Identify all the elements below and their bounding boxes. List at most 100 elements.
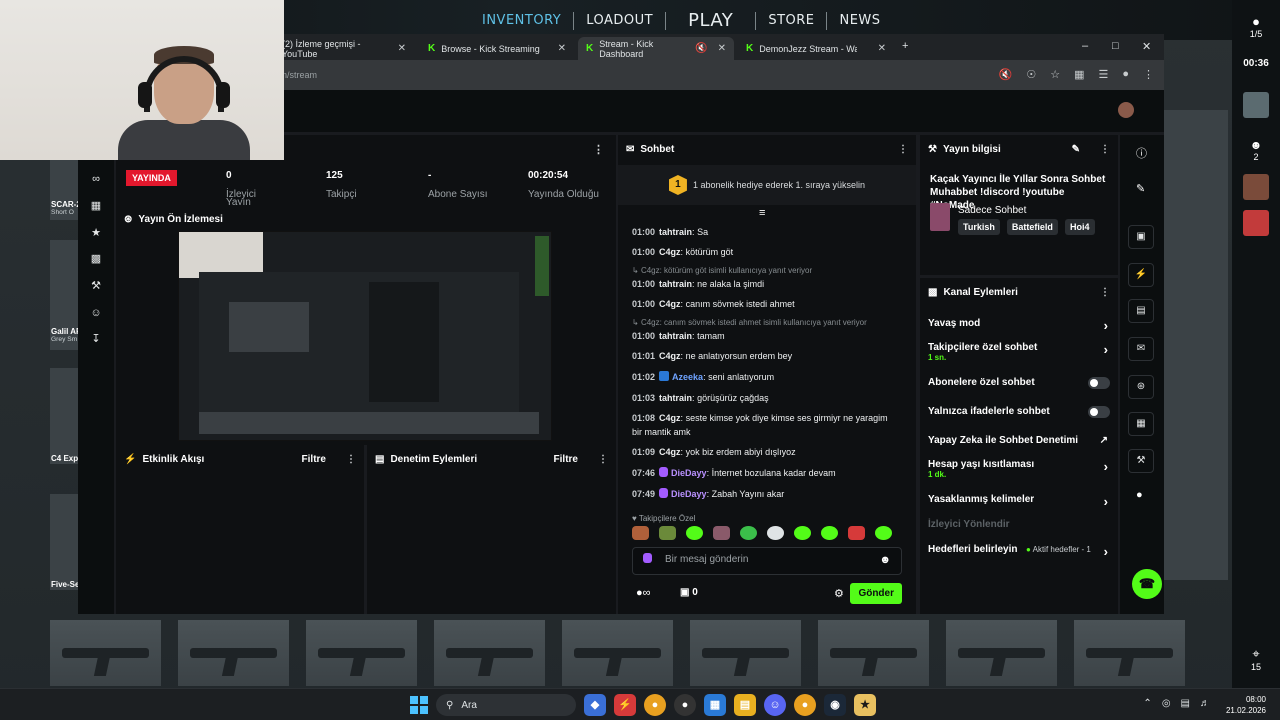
- tab-kick-dashboard[interactable]: K Stream - Kick Dashboard 🔇 ✕: [578, 37, 734, 60]
- more-icon[interactable]: ⋮: [1100, 144, 1110, 155]
- weapon-slot[interactable]: [178, 620, 289, 686]
- emote[interactable]: [659, 526, 676, 540]
- star-icon[interactable]: ☆: [1050, 68, 1060, 81]
- message-username[interactable]: C4gz: [659, 447, 681, 457]
- more-icon[interactable]: ⋮: [898, 144, 908, 155]
- weapon-slot[interactable]: [818, 620, 929, 686]
- send-button[interactable]: Gönder: [850, 583, 902, 604]
- emote[interactable]: [794, 526, 811, 540]
- calendar-icon[interactable]: ▦: [89, 199, 103, 213]
- chat-message[interactable]: 01:09 C4gz: yok biz erdem abiyi dışlıyoz: [632, 445, 900, 459]
- layout-icon[interactable]: ▦: [1128, 412, 1154, 436]
- weapon-slot[interactable]: [50, 620, 161, 686]
- message-username[interactable]: tahtrain: [659, 279, 692, 289]
- volume-icon[interactable]: ♬: [1200, 698, 1210, 709]
- app-icon[interactable]: ▦: [704, 694, 726, 716]
- emote[interactable]: [875, 526, 892, 540]
- chat-message[interactable]: 01:03 tahtrain: görüşürüz çağdaş: [632, 391, 900, 405]
- close-icon[interactable]: ✕: [878, 43, 886, 54]
- close-icon[interactable]: ✕: [398, 43, 406, 54]
- users-icon[interactable]: ☺: [89, 306, 103, 320]
- game-nav-inventory[interactable]: INVENTORY: [470, 13, 573, 28]
- more-icon[interactable]: ⋮: [1100, 287, 1110, 298]
- chat-input[interactable]: [665, 554, 875, 565]
- subscribers-only-toggle[interactable]: [1088, 377, 1110, 389]
- mic-icon[interactable]: ◎: [1162, 698, 1171, 709]
- chat-message[interactable]: 01:01 C4gz: ne anlatıyorsun erdem bey: [632, 349, 900, 363]
- close-icon[interactable]: ✕: [718, 43, 726, 54]
- banned-words-row[interactable]: Yasaklanmış kelimeler ›: [928, 494, 1112, 509]
- discord-icon[interactable]: ☺: [764, 694, 786, 716]
- chevron-up-icon[interactable]: ⌃: [1143, 698, 1151, 709]
- message-username[interactable]: DieDayy: [671, 489, 707, 499]
- chat-message[interactable]: 01:00 C4gz: canım sövmek istedi ahmet: [632, 297, 900, 311]
- message-username[interactable]: C4gz: [659, 247, 681, 257]
- filter-button[interactable]: Filtre: [554, 454, 578, 465]
- message-username[interactable]: C4gz: [659, 413, 681, 423]
- tab-youtube[interactable]: (2) İzleme geçmişi - YouTube ✕: [274, 37, 414, 60]
- emote[interactable]: [686, 526, 703, 540]
- emote[interactable]: [632, 526, 649, 540]
- message-username[interactable]: DieDayy: [671, 468, 707, 478]
- chat-bubble-icon[interactable]: ✉: [1128, 337, 1154, 361]
- windows-start-icon[interactable]: [410, 696, 428, 714]
- filter-button[interactable]: Filtre: [302, 454, 326, 465]
- edit-icon[interactable]: ✎: [1072, 144, 1080, 155]
- weapon-slot[interactable]: [306, 620, 417, 686]
- wrench-icon[interactable]: ⚒: [89, 279, 103, 293]
- download-icon[interactable]: ↧: [89, 332, 103, 346]
- account-age-row[interactable]: Hesap yaşı kısıtlaması 1 dk. ›: [928, 459, 1112, 479]
- emote[interactable]: [767, 526, 784, 540]
- extensions-icon[interactable]: ▦: [1074, 68, 1084, 81]
- app-icon[interactable]: ◆: [584, 694, 606, 716]
- chat-message[interactable]: 01:00 tahtrain: tamam: [632, 329, 900, 343]
- store-counter[interactable]: ▣ 0: [680, 587, 698, 598]
- minimize-icon[interactable]: –: [1082, 40, 1088, 52]
- game-nav-play[interactable]: PLAY: [666, 10, 755, 31]
- avatar[interactable]: [1232, 174, 1280, 200]
- filter-list-icon[interactable]: ≡: [759, 207, 765, 219]
- chat-message[interactable]: 01:02 Azeeka: seni anlatıyorum: [632, 370, 900, 384]
- maximize-icon[interactable]: □: [1112, 40, 1119, 52]
- weapon-card[interactable]: [50, 368, 80, 464]
- notes-icon[interactable]: ▤: [1128, 299, 1154, 323]
- tab-demonjezz[interactable]: K DemonJezz Stream - Watch ✕: [738, 37, 894, 60]
- preview-video[interactable]: [178, 231, 552, 441]
- chat-message[interactable]: 01:08 C4gz: seste kimse yok diye kimse se…: [632, 411, 900, 439]
- mute-icon[interactable]: 🔇: [999, 68, 1013, 81]
- tag[interactable]: Turkish: [958, 219, 1000, 235]
- info-icon[interactable]: ⓘ: [1136, 145, 1147, 161]
- category-name[interactable]: Sadece Sohbet: [958, 205, 1026, 216]
- message-username[interactable]: tahtrain: [659, 393, 692, 403]
- tag[interactable]: Hoi4: [1064, 219, 1095, 235]
- more-icon[interactable]: ⋮: [593, 143, 604, 156]
- ai-moderation-row[interactable]: Yapay Zeka ile Sohbet Denetimi ↗: [928, 435, 1112, 446]
- support-button[interactable]: ☎: [1132, 569, 1162, 599]
- avatar[interactable]: [1232, 210, 1280, 236]
- tag[interactable]: Battefield: [1006, 219, 1058, 235]
- bolt-icon[interactable]: ⚡: [1128, 263, 1154, 287]
- taskbar-clock[interactable]: 08:00 21.02.2026: [1226, 694, 1266, 716]
- emoji-icon[interactable]: ☻: [879, 554, 891, 566]
- media-icon[interactable]: ☰: [1098, 68, 1108, 81]
- tab-kick-browse[interactable]: K Browse - Kick Streaming ✕: [420, 37, 574, 60]
- avatar[interactable]: [1232, 92, 1280, 118]
- game-nav-news[interactable]: NEWS: [827, 13, 892, 28]
- app-icon[interactable]: ⚡: [614, 694, 636, 716]
- chat-message[interactable]: 07:46 DieDayy: İnternet bozulana kadar de…: [632, 466, 900, 480]
- steam-icon[interactable]: ◉: [824, 694, 846, 716]
- url-text[interactable]: n/stream: [282, 70, 317, 80]
- more-icon[interactable]: ⋮: [598, 454, 608, 465]
- weapon-slot[interactable]: [562, 620, 673, 686]
- chrome-icon[interactable]: ●: [644, 694, 666, 716]
- trophy-icon[interactable]: ★: [89, 226, 103, 240]
- menu-icon[interactable]: ⋮: [1143, 68, 1154, 81]
- close-icon[interactable]: ✕: [558, 43, 566, 54]
- friends-count[interactable]: ☻ 2: [1232, 138, 1280, 162]
- game-nav-store[interactable]: STORE: [756, 13, 826, 28]
- settings-icon[interactable]: ⚙: [834, 587, 844, 600]
- edit-icon[interactable]: ✎: [1136, 182, 1145, 195]
- mute-icon[interactable]: 🔇: [695, 43, 707, 54]
- message-username[interactable]: tahtrain: [659, 227, 692, 237]
- network-icon[interactable]: ▤: [1181, 698, 1190, 709]
